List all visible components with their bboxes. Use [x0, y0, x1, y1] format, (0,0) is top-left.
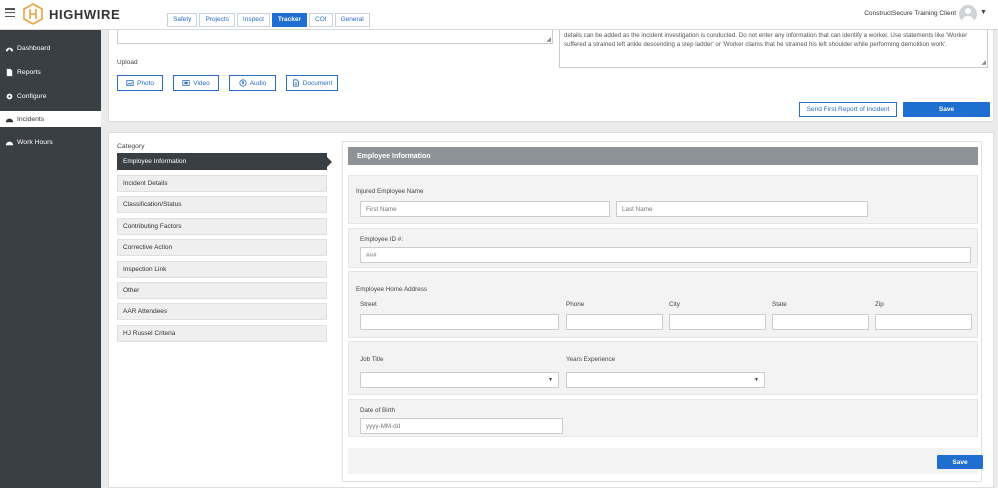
job-title-label: Job Title	[360, 356, 384, 363]
upload-photo-button[interactable]: Photo	[117, 75, 163, 91]
street-label: Street	[360, 301, 377, 308]
zip-input[interactable]	[875, 314, 972, 330]
resize-handle-icon[interactable]: ◢	[981, 59, 986, 68]
photo-icon	[126, 80, 134, 86]
save-button[interactable]: Save	[903, 102, 990, 117]
form-save-button[interactable]: Save	[937, 455, 983, 469]
job-group: Job Title Years Experience	[348, 341, 978, 395]
form-footer	[348, 448, 978, 474]
sidebar-item-label: Configure	[17, 92, 47, 100]
upload-video-button[interactable]: Video	[173, 75, 219, 91]
module-tabs: Safety Projects Inspect Tracker COI Gene…	[167, 13, 372, 27]
dashboard-icon	[5, 47, 14, 51]
state-label: State	[772, 301, 787, 308]
gear-icon	[6, 93, 13, 99]
job-title-select[interactable]	[360, 372, 559, 388]
employee-id-label: Employee ID #:	[360, 236, 404, 243]
years-experience-label: Years Experience	[566, 356, 616, 363]
phone-input[interactable]	[566, 314, 663, 330]
tab-coi[interactable]: COI	[309, 13, 333, 27]
sidebar-item-label: Dashboard	[17, 44, 51, 52]
sidebar: Dashboard Reports Configure Incidents Wo…	[0, 30, 101, 488]
upload-audio-button[interactable]: Audio	[229, 75, 276, 91]
street-input[interactable]	[360, 314, 559, 330]
category-classification-status[interactable]: Classification/Status	[117, 196, 327, 213]
tab-safety[interactable]: Safety	[167, 13, 198, 27]
send-first-report-button[interactable]: Send First Report of Incident	[799, 102, 897, 117]
tab-inspect[interactable]: Inspect	[236, 13, 270, 27]
sidebar-item-configure[interactable]: Configure	[0, 88, 101, 104]
chevron-down-icon[interactable]: ▼	[980, 9, 987, 16]
document-icon	[6, 68, 13, 76]
category-other[interactable]: Other	[117, 282, 327, 299]
category-corrective-action[interactable]: Corrective Action	[117, 239, 327, 256]
employee-information-form: Employee Information Injured Employee Na…	[342, 141, 983, 482]
incident-details-panel: Category Employee Information Incident D…	[108, 132, 994, 488]
sidebar-item-label: Incidents	[17, 115, 45, 123]
category-incident-details[interactable]: Incident Details	[117, 175, 327, 192]
phone-label: Phone	[566, 301, 585, 308]
upload-document-button[interactable]: Document	[286, 75, 338, 91]
sidebar-item-label: Reports	[17, 68, 41, 76]
gauge-icon	[5, 141, 14, 145]
upload-label: Upload	[117, 59, 138, 66]
sidebar-item-reports[interactable]: Reports	[0, 64, 101, 80]
date-of-birth-group: Date of Birth yyyy-MM-dd	[348, 399, 978, 437]
document-icon	[292, 79, 299, 87]
dob-label: Date of Birth	[360, 407, 395, 414]
description-textarea-left[interactable]: ◢	[117, 30, 553, 44]
date-of-birth-input[interactable]: yyyy-MM-dd	[360, 418, 563, 434]
injured-employee-name-group: Injured Employee Name First Name Last Na…	[348, 175, 978, 224]
highwire-logo-icon	[23, 3, 43, 25]
category-hj-russel-criteria[interactable]: HJ Russel Criteria	[117, 325, 327, 342]
avatar[interactable]	[959, 5, 977, 23]
employee-id-input[interactable]: ###	[360, 247, 971, 263]
client-name: ConstructSecure Training Client	[864, 10, 956, 17]
description-textarea[interactable]: details can be added as the incident inv…	[559, 30, 988, 68]
video-icon	[182, 80, 190, 86]
form-title: Employee Information	[348, 147, 978, 165]
years-experience-select[interactable]	[566, 372, 765, 388]
gauge-icon	[5, 118, 14, 122]
city-label: City	[669, 301, 680, 308]
category-contributing-factors[interactable]: Contributing Factors	[117, 218, 327, 235]
category-employee-information[interactable]: Employee Information	[117, 153, 332, 170]
state-input[interactable]	[772, 314, 869, 330]
sidebar-item-label: Work Hours	[17, 138, 53, 146]
last-name-input[interactable]: Last Name	[616, 201, 868, 217]
resize-handle-icon[interactable]: ◢	[546, 36, 551, 43]
sidebar-item-dashboard[interactable]: Dashboard	[0, 40, 101, 56]
home-address-group: Employee Home Address Street Phone City …	[348, 271, 978, 338]
city-input[interactable]	[669, 314, 766, 330]
tab-general[interactable]: General	[334, 13, 370, 27]
audio-icon	[239, 79, 247, 87]
address-label: Employee Home Address	[356, 286, 428, 293]
tab-tracker[interactable]: Tracker	[271, 13, 308, 27]
first-name-input[interactable]: First Name	[360, 201, 610, 217]
category-inspection-link[interactable]: Inspection Link	[117, 261, 327, 278]
top-bar: HIGHWIRE Safety Projects Inspect Tracker…	[0, 0, 998, 30]
sidebar-item-incidents[interactable]: Incidents	[0, 111, 101, 127]
category-aar-attendees[interactable]: AAR Attendees	[117, 303, 327, 320]
zip-label: Zip	[875, 301, 884, 308]
tab-projects[interactable]: Projects	[199, 13, 235, 27]
injured-name-label: Injured Employee Name	[356, 188, 424, 195]
menu-icon[interactable]	[5, 8, 15, 17]
app-logo[interactable]: HIGHWIRE	[22, 3, 120, 25]
sidebar-item-work-hours[interactable]: Work Hours	[0, 134, 101, 150]
employee-id-group: Employee ID #: ###	[348, 228, 978, 268]
app-name: HIGHWIRE	[49, 6, 121, 22]
description-text: details can be added as the incident inv…	[564, 32, 968, 48]
incident-top-panel: ◢ details can be added as the incident i…	[108, 30, 994, 122]
category-label: Category	[117, 143, 145, 150]
